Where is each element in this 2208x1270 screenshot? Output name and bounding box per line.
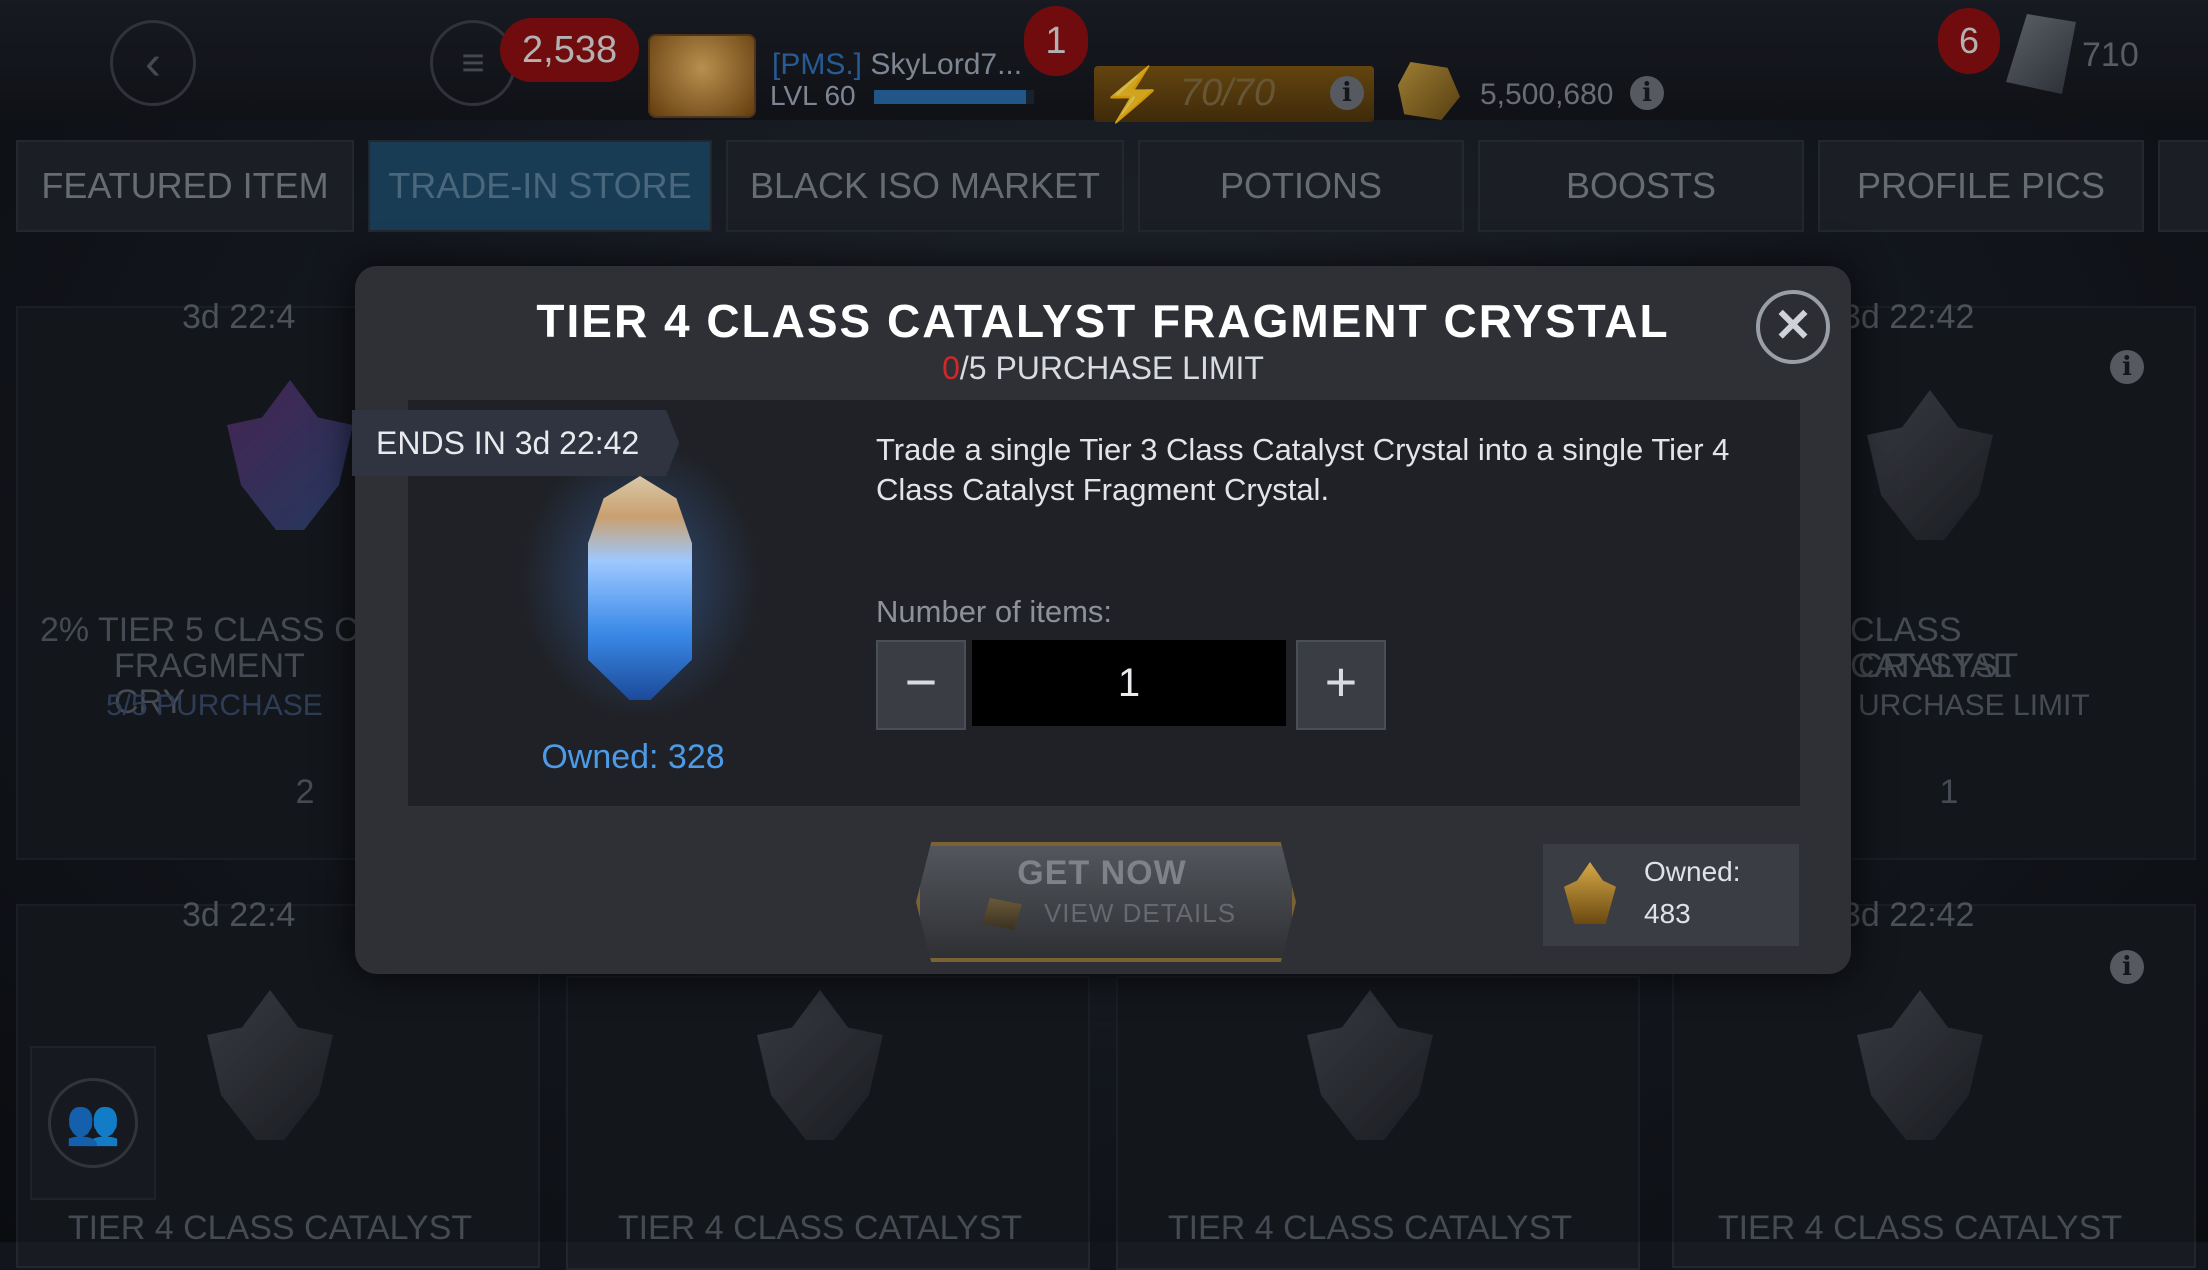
quantity-label: Number of items:: [876, 594, 1113, 629]
quantity-input[interactable]: 1: [972, 640, 1286, 726]
modal-title: TIER 4 CLASS CATALYST FRAGMENT CRYSTAL: [536, 295, 1670, 347]
purchase-limit-used: 0: [942, 350, 960, 386]
item-description: Trade a single Tier 3 Class Catalyst Cry…: [876, 432, 1730, 507]
close-button[interactable]: ✕: [1756, 290, 1830, 364]
decrease-quantity-button[interactable]: −: [876, 640, 966, 730]
increase-quantity-button[interactable]: +: [1296, 640, 1386, 730]
close-icon: ✕: [1773, 299, 1813, 351]
ends-in-banner: ENDS IN 3d 22:42: [352, 410, 680, 476]
get-now-label: GET NOW: [1017, 854, 1187, 892]
currency-owned-label: Owned:: [1644, 856, 1741, 887]
purchase-limit-rest: /5 PURCHASE LIMIT: [959, 350, 1264, 386]
crystal-icon: [588, 476, 692, 700]
item-owned-count: Owned: 328: [541, 738, 725, 776]
purchase-limit: 0/5 PURCHASE LIMIT: [355, 350, 1851, 387]
currency-owned-value: 483: [1644, 898, 1691, 929]
view-details-label: VIEW DETAILS: [1043, 898, 1237, 928]
